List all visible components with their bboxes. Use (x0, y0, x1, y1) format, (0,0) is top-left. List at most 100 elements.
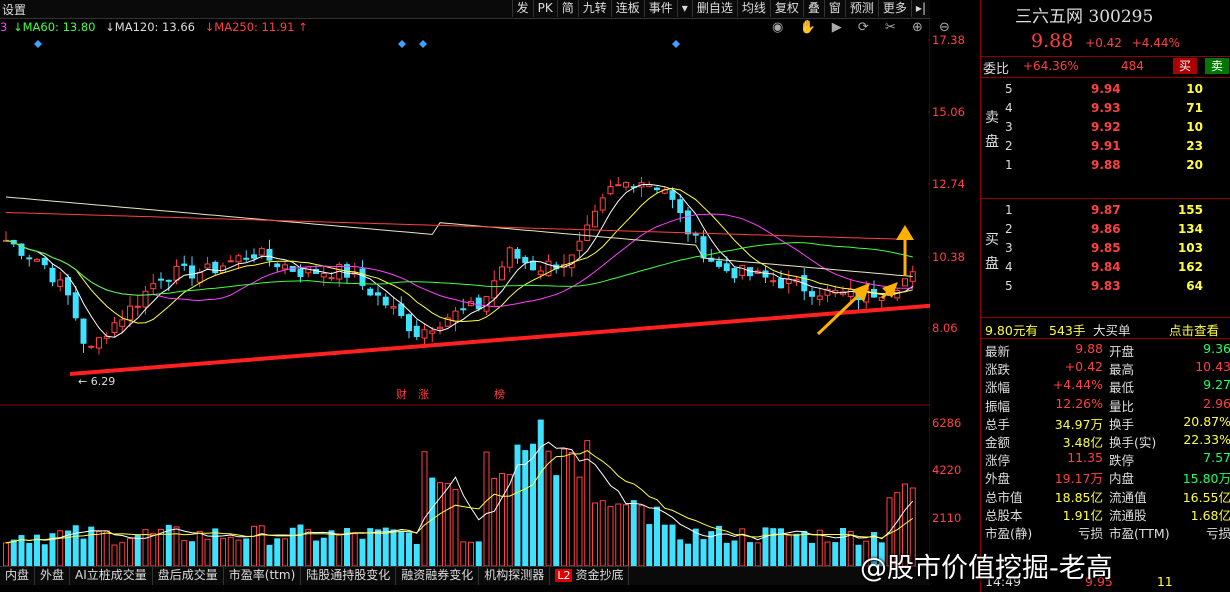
indicator-tab-2[interactable]: AI立桩成交量 (70, 567, 153, 585)
bid-side-label: 买 盘 (985, 228, 1001, 276)
volume-bar (762, 527, 769, 566)
candle-body (514, 249, 521, 259)
candle-body (770, 280, 777, 283)
candle-body (96, 337, 102, 349)
volume-bar (251, 525, 257, 566)
big-order-price: 9.80元有 (985, 323, 1038, 338)
kline-chart[interactable]: ← 6.29 财涨 榜 (0, 0, 930, 566)
quote-row: 总市值 18.85亿 流通值 16.55亿 (985, 487, 1230, 505)
volume-bar (88, 526, 95, 566)
indicator-tab-5[interactable]: 陆股通持股变化 (301, 567, 397, 585)
toolbar-button-14[interactable]: ▸| (910, 0, 930, 17)
orderbook-row: 5 9.83 64 (1003, 279, 1230, 297)
volume-bar (258, 525, 265, 566)
quote-key: 最低 (1109, 380, 1135, 396)
event-marker[interactable]: 财 (396, 387, 407, 401)
orderbook-row: 3 9.92 10 (1003, 120, 1230, 138)
volume-bar (235, 539, 242, 566)
volume-bar (832, 542, 839, 566)
candle-body (615, 184, 622, 187)
orderbook-price: 9.83 (1091, 279, 1121, 293)
volume-bar (196, 530, 203, 566)
toolbar-button-7[interactable]: 删自选 (691, 0, 737, 17)
toolbar-button-9[interactable]: 复权 (769, 0, 803, 17)
sell-button[interactable]: 卖 (1205, 58, 1229, 74)
quote-row: 总股本 1.91亿 流通股 1.68亿 (985, 505, 1230, 523)
candle-body (522, 257, 529, 264)
candle-body (328, 277, 335, 280)
toolbar-button-11[interactable]: 窗 (823, 0, 845, 17)
volume-bar (390, 529, 397, 566)
toolbar-button-4[interactable]: 连板 (610, 0, 644, 17)
event-diamond-icon (398, 40, 406, 48)
volume-bar (747, 542, 753, 566)
toolbar-button-6[interactable]: ▾ (676, 0, 692, 17)
toolbar-button-5[interactable]: 事件 (643, 0, 677, 17)
candle-body (251, 254, 257, 259)
volume-bar (134, 534, 141, 566)
toolbar-button-0[interactable]: 发 (511, 0, 533, 17)
candle-body (26, 257, 33, 260)
toolbar-button-13[interactable]: 更多 (877, 0, 911, 17)
toolbar-button-10[interactable]: 叠 (802, 0, 824, 17)
toolbar-button-3[interactable]: 九转 (577, 0, 611, 17)
orderbook-row: 4 9.84 162 (1003, 260, 1230, 278)
indicator-tab-7[interactable]: 机构探测器 (479, 567, 551, 585)
quote-value: +0.42 (1064, 359, 1103, 375)
candle-body (196, 272, 203, 283)
quote-key: 量比 (1109, 398, 1135, 414)
orderbook-volume: 155 (1177, 203, 1203, 217)
orderbook-level: 2 (1005, 222, 1013, 236)
candle-body (204, 263, 211, 269)
volume-bar (297, 524, 304, 566)
candle-body (282, 264, 288, 270)
quote-key: 跌停 (1109, 453, 1135, 469)
indicator-tab-4[interactable]: 市盈率(ttm) (224, 567, 302, 585)
price-change-pct: +4.44% (1131, 36, 1180, 50)
candle-body (127, 305, 133, 321)
chart-tool-icons[interactable]: ◉ ✋ ▶ ⟳ ✂ ⊕ ⊖ (772, 20, 956, 35)
candle-body (119, 319, 126, 327)
event-marker[interactable]: 涨 (418, 388, 429, 401)
divider (981, 317, 1230, 318)
volume-bar (553, 475, 560, 566)
toolbar-button-2[interactable]: 简 (556, 0, 578, 17)
volume-bar (181, 540, 188, 566)
toolbar-button-12[interactable]: 预测 (844, 0, 878, 17)
indicator-tab-1[interactable]: 外盘 (35, 567, 71, 585)
top-toolbar: 设置 发 PK 简九转 连板 事件 ▾ 删自选 均线 复权叠窗预测 更多 ▸| (0, 0, 930, 19)
big-order-volume: 543手 (1049, 323, 1086, 338)
candle-body (297, 268, 304, 277)
volume-bar (72, 525, 79, 566)
weibi-value: 484 (1121, 59, 1144, 73)
orderbook-row: 5 9.94 10 (1003, 82, 1230, 100)
toolbar-button-8[interactable]: 均线 (736, 0, 770, 17)
volume-bar (359, 538, 366, 566)
settings-button[interactable]: 设置 (2, 1, 26, 18)
event-marker[interactable]: 榜 (494, 387, 505, 401)
volume-bar (615, 503, 622, 566)
volume-bar (351, 533, 358, 566)
candle-body (762, 270, 769, 278)
volume-bar (638, 504, 645, 566)
indicator-tab-8[interactable]: L2 资金抄底 (550, 567, 630, 585)
volume-bar (57, 530, 64, 566)
event-diamond-icon (419, 40, 427, 48)
quote-row: 外盘 19.17万 内盘 15.80万 (985, 468, 1230, 486)
indicator-tab-0[interactable]: 内盘 (0, 567, 36, 585)
indicator-tab-3[interactable]: 盘后成交量 (153, 567, 224, 585)
big-order-link[interactable]: 点击查看 (1169, 320, 1219, 339)
candle-body (88, 345, 95, 348)
orderbook-row: 2 9.86 134 (1003, 222, 1230, 240)
volume-bar (421, 451, 428, 566)
ma120-label: ↓MA120: 13.66 (105, 20, 195, 34)
volume-bar (599, 500, 606, 566)
toolbar-button-1[interactable]: PK (532, 0, 557, 17)
quote-row: 涨跌 +0.42 最高 10.43 (985, 359, 1230, 377)
candle-body (723, 263, 730, 272)
indicator-tab-6[interactable]: 融资融券变化 (396, 567, 480, 585)
indicator-tab-label: 融资融券变化 (401, 568, 474, 582)
orderbook-row: 1 9.87 155 (1003, 203, 1230, 221)
buy-button[interactable]: 买 (1173, 58, 1197, 74)
quote-key: 开盘 (1109, 344, 1135, 359)
